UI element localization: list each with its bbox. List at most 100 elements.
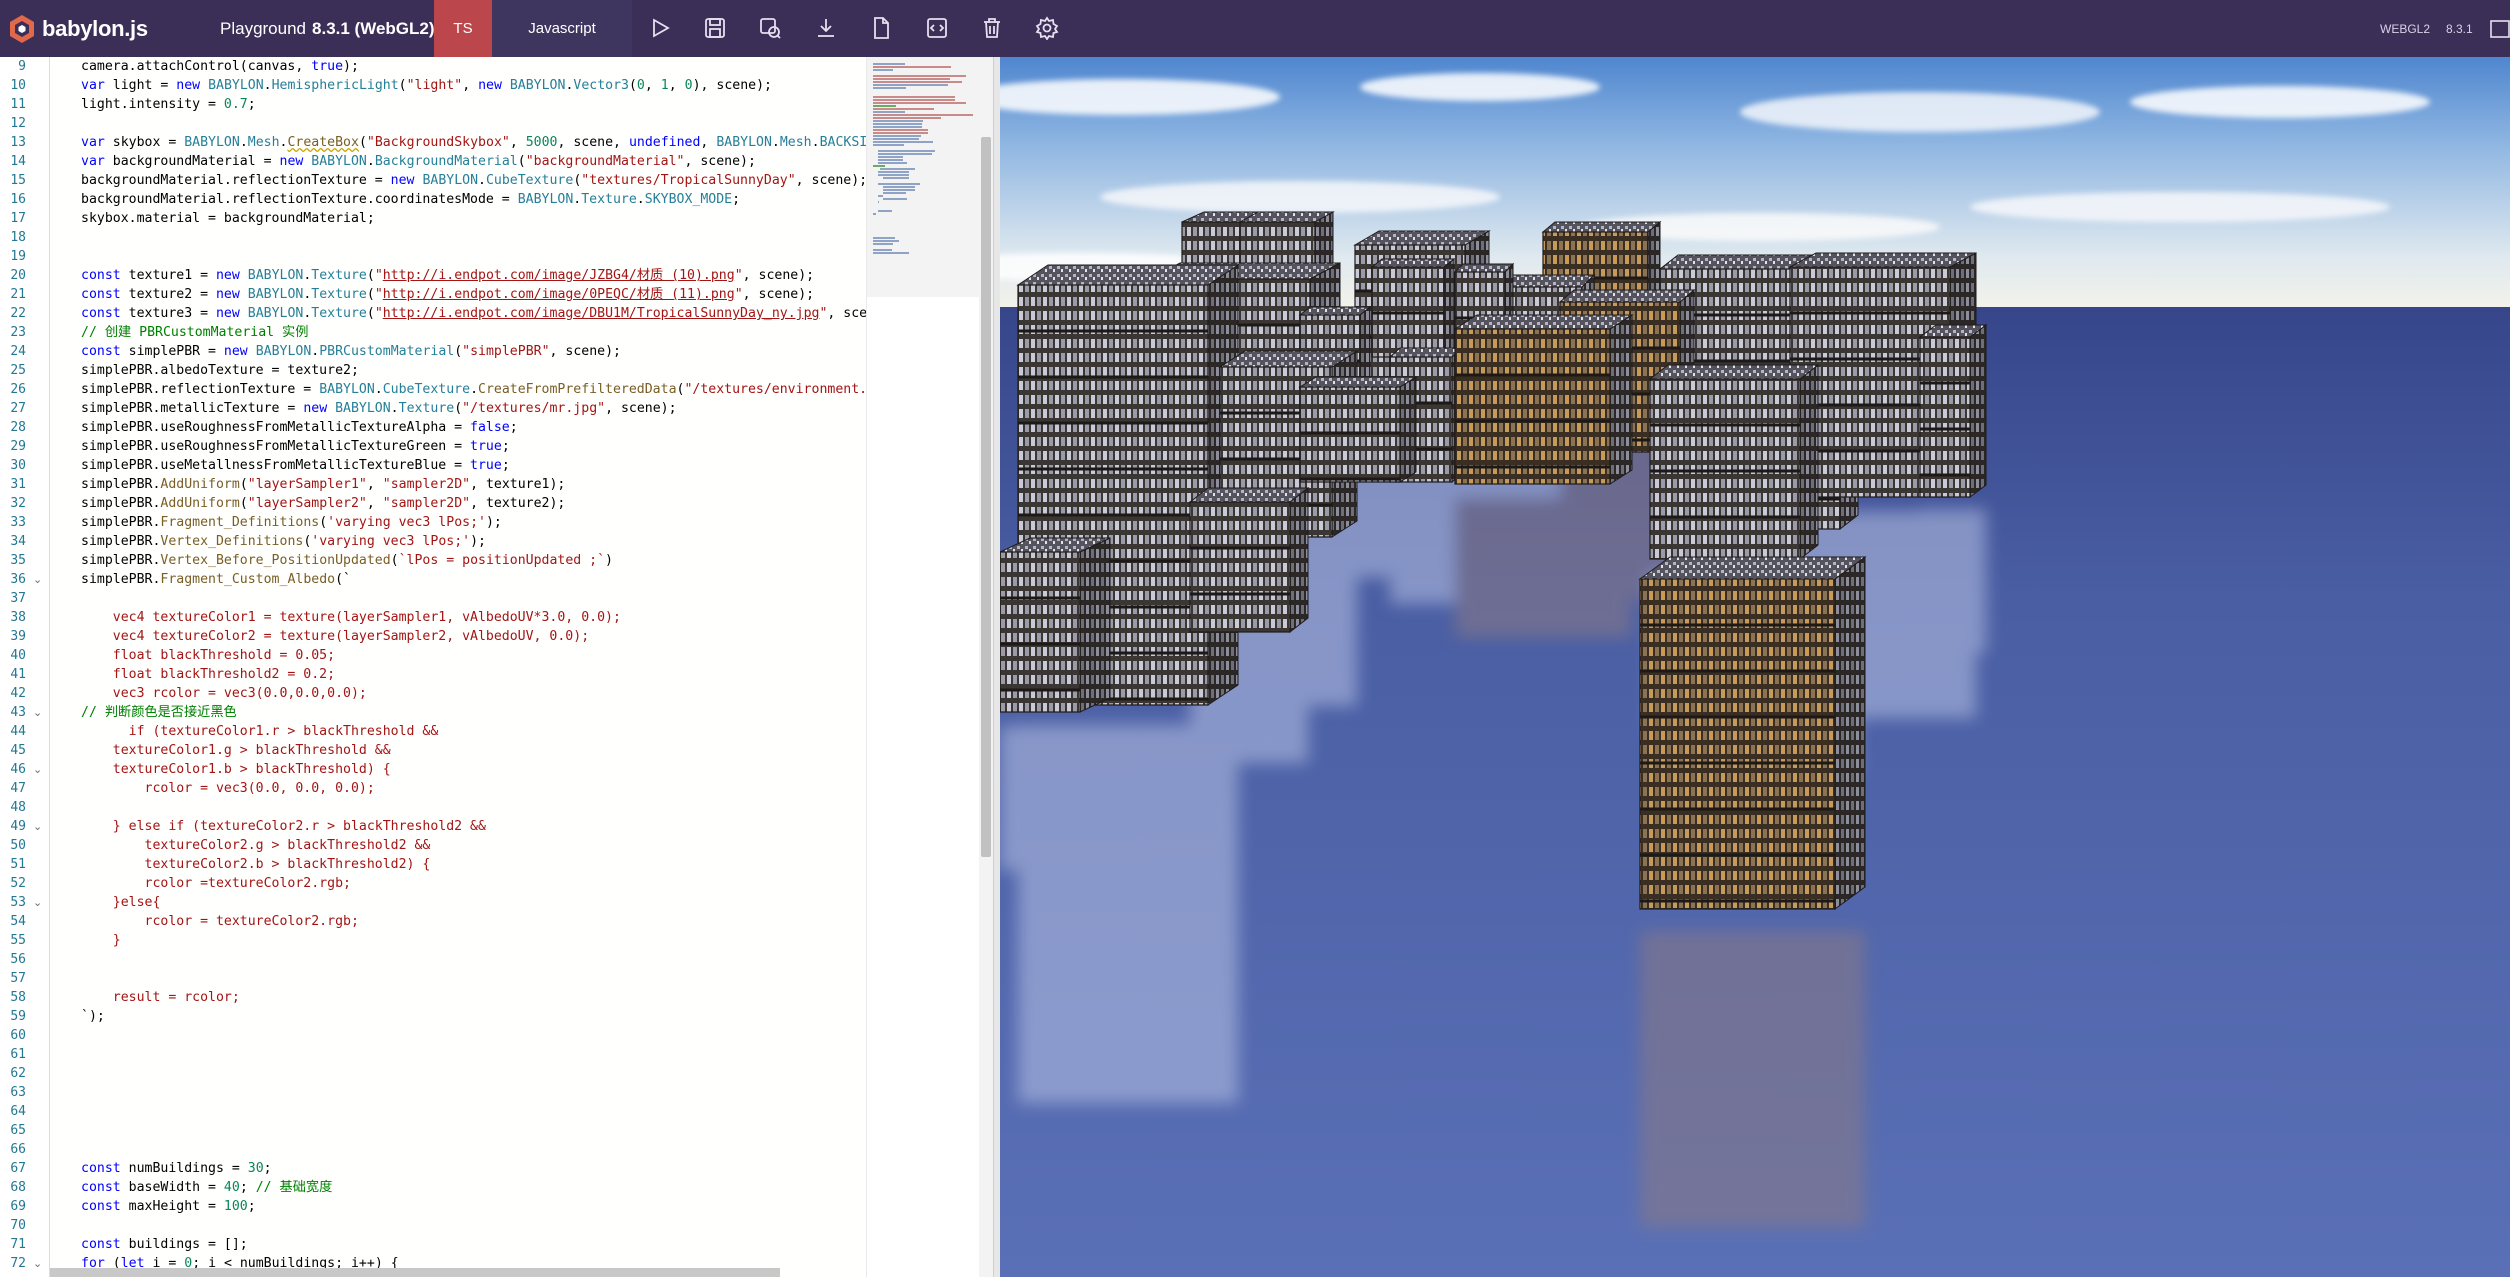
- line-number: 51: [10, 857, 26, 872]
- split-divider[interactable]: [993, 57, 1000, 1277]
- clear-icon[interactable]: [980, 16, 1004, 40]
- code-line[interactable]: var light = new BABYLON.HemisphericLight…: [81, 76, 772, 95]
- code-line[interactable]: skybox.material = backgroundMaterial;: [81, 209, 375, 228]
- code-line[interactable]: rcolor = textureColor2.rgb;: [81, 912, 359, 931]
- code-line[interactable]: simplePBR.useMetallnessFromMetallicTextu…: [81, 456, 510, 475]
- editor-vertical-scrollbar[interactable]: [979, 57, 993, 1277]
- code-line[interactable]: const buildings = [];: [81, 1235, 248, 1254]
- version-label: 8.3.1 (WebGL2): [312, 18, 435, 38]
- code-line[interactable]: simplePBR.Fragment_Custom_Albedo(`: [81, 570, 351, 589]
- download-icon[interactable]: [814, 16, 838, 40]
- minimap-line: [877, 183, 921, 185]
- minimap[interactable]: [866, 57, 980, 1277]
- code-line[interactable]: } else if (textureColor2.r > blackThresh…: [81, 817, 486, 836]
- tab-javascript[interactable]: Javascript: [492, 0, 632, 57]
- line-number: 35: [10, 553, 26, 568]
- fold-chevron-icon[interactable]: ⌄: [33, 570, 45, 589]
- code-line[interactable]: simplePBR.albedoTexture = texture2;: [81, 361, 359, 380]
- line-number: 54: [10, 914, 26, 929]
- engine-label: WEBGL2: [2380, 21, 2431, 36]
- code-line[interactable]: backgroundMaterial.reflectionTexture.coo…: [81, 190, 740, 209]
- minimap-line: [873, 123, 922, 125]
- code-line[interactable]: vec4 textureColor2 = texture(layerSample…: [81, 627, 589, 646]
- line-number: 22: [10, 306, 26, 321]
- code-line[interactable]: var skybox = BABYLON.Mesh.CreateBox("Bac…: [81, 133, 866, 152]
- code-line[interactable]: simplePBR.AddUniform("layerSampler1", "s…: [81, 475, 565, 494]
- line-number: 64: [10, 1104, 26, 1119]
- code-line[interactable]: const texture1 = new BABYLON.Texture("ht…: [81, 266, 814, 285]
- code-line[interactable]: simplePBR.Fragment_Definitions('varying …: [81, 513, 502, 532]
- line-number: 21: [10, 287, 26, 302]
- code-line[interactable]: textureColor2.b > blackThreshold2) {: [81, 855, 431, 874]
- inspector-icon[interactable]: [758, 16, 782, 40]
- code-line[interactable]: vec4 textureColor1 = texture(layerSample…: [81, 608, 621, 627]
- code-line[interactable]: // 判断颜色是否接近黑色: [81, 703, 237, 722]
- line-number: 10: [10, 78, 26, 93]
- tab-ts[interactable]: TS: [434, 0, 492, 57]
- code-line[interactable]: rcolor =textureColor2.rgb;: [81, 874, 351, 893]
- code-line[interactable]: simplePBR.reflectionTexture = BABYLON.Cu…: [81, 380, 866, 399]
- code-line[interactable]: result = rcolor;: [81, 988, 240, 1007]
- code-line[interactable]: textureColor1.b > blackThreshold) {: [81, 760, 391, 779]
- code-line[interactable]: const numBuildings = 30;: [81, 1159, 272, 1178]
- editor-horizontal-scrollbar[interactable]: [50, 1268, 780, 1277]
- line-number: 71: [10, 1237, 26, 1252]
- line-number: 58: [10, 990, 26, 1005]
- line-number: 52: [10, 876, 26, 891]
- code-line[interactable]: textureColor1.g > blackThreshold &&: [81, 741, 391, 760]
- line-number: 59: [10, 1009, 26, 1024]
- render-canvas[interactable]: [1000, 57, 2510, 1277]
- fold-chevron-icon[interactable]: ⌄: [33, 703, 45, 722]
- code-line[interactable]: const maxHeight = 100;: [81, 1197, 256, 1216]
- code-line[interactable]: const baseWidth = 40; // 基础宽度: [81, 1178, 332, 1197]
- code-line[interactable]: float blackThreshold = 0.05;: [81, 646, 335, 665]
- code-line[interactable]: simplePBR.Vertex_Definitions('varying ve…: [81, 532, 486, 551]
- format-code-icon[interactable]: [925, 16, 949, 40]
- code-line[interactable]: light.intensity = 0.7;: [81, 95, 256, 114]
- line-number: 32: [10, 496, 26, 511]
- code-editor[interactable]: 9 10 11 12 13 14 15 16 17 18 19 20 21 22 23 24 25 26 27 28 2…: [0, 57, 993, 1277]
- code-line[interactable]: const texture3 = new BABYLON.Texture("ht…: [81, 304, 866, 323]
- fold-chevron-icon[interactable]: ⌄: [33, 1254, 45, 1273]
- line-number: 14: [10, 154, 26, 169]
- code-line[interactable]: simplePBR.Vertex_Before_PositionUpdated(…: [81, 551, 613, 570]
- minimap-line: [882, 198, 907, 200]
- code-line[interactable]: float blackThreshold2 = 0.2;: [81, 665, 335, 684]
- babylon-logo[interactable]: babylon.js: [0, 0, 200, 57]
- code-line[interactable]: textureColor2.g > blackThreshold2 &&: [81, 836, 431, 855]
- code-line[interactable]: camera.attachControl(canvas, true);: [81, 57, 359, 76]
- minimap-line: [877, 174, 910, 176]
- code-line[interactable]: const simplePBR = new BABYLON.PBRCustomM…: [81, 342, 621, 361]
- minimap-line: [882, 192, 906, 194]
- code-line[interactable]: vec3 rcolor = vec3(0.0,0.0,0.0);: [81, 684, 367, 703]
- code-line[interactable]: rcolor = vec3(0.0, 0.0, 0.0);: [81, 779, 375, 798]
- new-file-icon[interactable]: [869, 16, 893, 40]
- code-line[interactable]: `);: [81, 1007, 105, 1026]
- run-icon[interactable]: [648, 16, 672, 40]
- code-line[interactable]: backgroundMaterial.reflectionTexture = n…: [81, 171, 866, 190]
- line-number: 9: [18, 59, 26, 74]
- fold-chevron-icon[interactable]: ⌄: [33, 817, 45, 836]
- fold-chevron-icon[interactable]: ⌄: [33, 893, 45, 912]
- line-number: 25: [10, 363, 26, 378]
- window-edge-icon[interactable]: [2488, 0, 2510, 57]
- code-line[interactable]: simplePBR.useRoughnessFromMetallicTextur…: [81, 437, 510, 456]
- code-line[interactable]: var backgroundMaterial = new BABYLON.Bac…: [81, 152, 756, 171]
- code-line[interactable]: const texture2 = new BABYLON.Texture("ht…: [81, 285, 814, 304]
- code-line[interactable]: simplePBR.useRoughnessFromMetallicTextur…: [81, 418, 518, 437]
- fold-chevron-icon[interactable]: ⌄: [33, 760, 45, 779]
- editor-scroll-thumb[interactable]: [981, 137, 991, 857]
- code-line[interactable]: if (textureColor1.r > blackThreshold &&: [81, 722, 439, 741]
- code-line[interactable]: simplePBR.AddUniform("layerSampler2", "s…: [81, 494, 565, 513]
- save-icon[interactable]: [703, 16, 727, 40]
- minimap-line: [873, 120, 923, 122]
- settings-icon[interactable]: [1035, 16, 1059, 41]
- scene-render: [1000, 57, 2510, 1277]
- line-number: 45: [10, 743, 26, 758]
- code-line[interactable]: simplePBR.metallicTexture = new BABYLON.…: [81, 399, 677, 418]
- code-line[interactable]: }: [81, 931, 121, 950]
- building: [1370, 257, 1456, 359]
- code-area[interactable]: camera.attachControl(canvas, true); var l…: [81, 57, 866, 1277]
- code-line[interactable]: }else{: [81, 893, 161, 912]
- code-line[interactable]: // 创建 PBRCustomMaterial 实例: [81, 323, 308, 342]
